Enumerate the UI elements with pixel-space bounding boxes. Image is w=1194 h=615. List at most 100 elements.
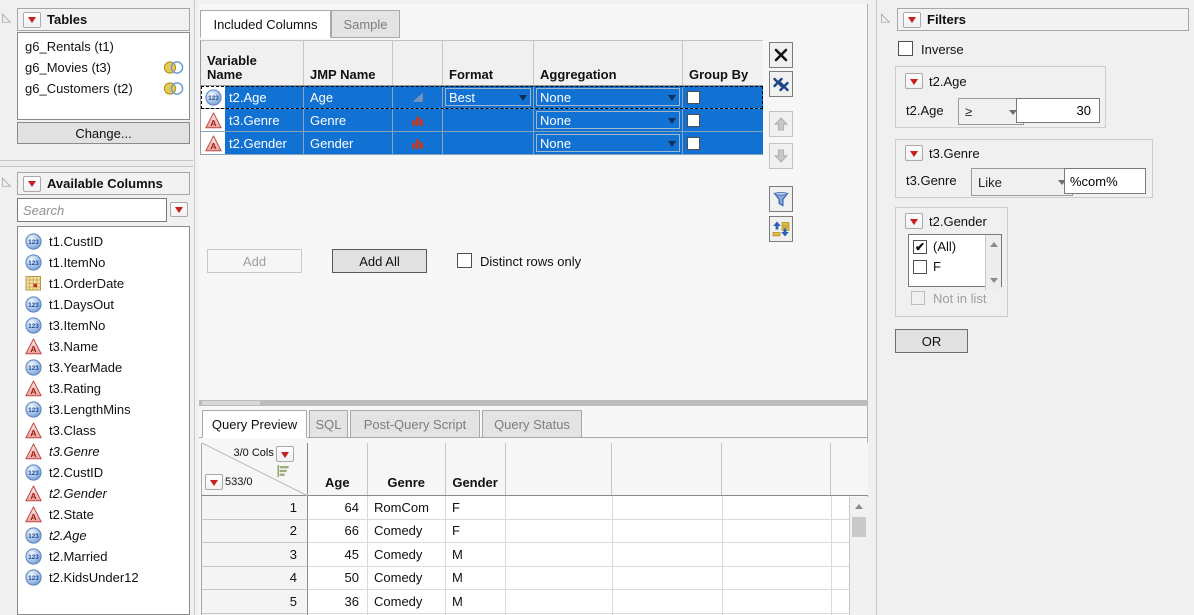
splitter-left-vertical[interactable] — [194, 0, 195, 615]
remove-all-columns-button[interactable] — [769, 71, 793, 97]
nominal-modeling-icon[interactable] — [410, 136, 425, 151]
row-number[interactable]: 1 — [202, 496, 308, 520]
included-row-age[interactable]: t2.Age Age Best None — [201, 86, 763, 109]
cell-genre[interactable]: Comedy — [368, 520, 446, 544]
column-item[interactable]: t1.OrderDate — [18, 273, 189, 294]
red-triangle-menu-genre-filter[interactable] — [905, 145, 923, 161]
tab-sql[interactable]: SQL — [309, 410, 348, 438]
disclosure-triangle-available-columns[interactable]: ◺ — [2, 175, 11, 187]
row-number[interactable]: 5 — [202, 590, 308, 614]
column-item[interactable]: t1.ItemNo — [18, 252, 189, 273]
distinct-rows-checkbox[interactable] — [457, 253, 472, 268]
splitter-left-horizontal[interactable] — [0, 160, 193, 167]
table-item-rentals[interactable]: g6_Rentals (t1) — [18, 36, 189, 57]
column-item[interactable]: t3.LengthMins — [18, 399, 189, 420]
red-triangle-menu-gender-filter[interactable] — [905, 213, 923, 229]
or-button[interactable]: OR — [895, 329, 968, 353]
red-triangle-menu-age-filter[interactable] — [905, 73, 923, 89]
cell-age[interactable]: 66 — [308, 520, 368, 544]
genre-operator-dropdown[interactable]: Like — [971, 168, 1073, 196]
cell-gender[interactable]: M — [446, 567, 506, 591]
included-row-genre[interactable]: t3.Genre Genre None — [201, 109, 763, 132]
cell-gender[interactable]: M — [446, 590, 506, 614]
order-by-button[interactable] — [769, 216, 793, 242]
column-item[interactable]: t2.Age — [18, 525, 189, 546]
preview-col-gender[interactable]: Gender — [446, 443, 506, 495]
column-item[interactable]: t3.Rating — [18, 378, 189, 399]
column-item[interactable]: t3.Name — [18, 336, 189, 357]
add-button[interactable]: Add — [207, 249, 302, 273]
group-by-checkbox[interactable] — [687, 91, 700, 104]
red-triangle-menu-rows[interactable] — [205, 474, 223, 490]
table-item-customers[interactable]: g6_Customers (t2) — [18, 78, 189, 99]
table-row[interactable]: 5 36 Comedy M — [202, 590, 849, 614]
cell-genre[interactable]: Comedy — [368, 543, 446, 567]
nominal-modeling-icon[interactable] — [410, 113, 425, 128]
red-triangle-menu-search[interactable] — [170, 202, 188, 217]
splitter-right-vertical[interactable] — [876, 0, 877, 615]
format-dropdown[interactable]: Best — [445, 88, 531, 106]
column-item[interactable]: t3.Genre — [18, 441, 189, 462]
inverse-checkbox[interactable] — [898, 41, 913, 56]
tab-sample[interactable]: Sample — [331, 10, 400, 38]
red-triangle-menu-available-columns[interactable] — [23, 176, 41, 192]
search-input[interactable] — [17, 198, 167, 222]
column-item[interactable]: t2.KidsUnder12 — [18, 567, 189, 588]
change-tables-button[interactable]: Change... — [17, 122, 190, 144]
table-row[interactable]: 2 66 Comedy F — [202, 520, 849, 544]
disclosure-triangle-filters[interactable]: ◺ — [881, 11, 890, 23]
all-checkbox[interactable] — [913, 240, 927, 254]
cell-genre[interactable]: Comedy — [368, 590, 446, 614]
filter-button[interactable] — [769, 186, 793, 212]
table-row[interactable]: 1 64 RomCom F — [202, 496, 849, 520]
red-triangle-menu-tables[interactable] — [23, 12, 41, 28]
add-all-button[interactable]: Add All — [332, 249, 427, 273]
row-number[interactable]: 2 — [202, 520, 308, 544]
cell-age[interactable]: 36 — [308, 590, 368, 614]
aggregation-dropdown[interactable]: None — [536, 111, 680, 129]
continuous-modeling-icon[interactable] — [410, 90, 425, 105]
f-checkbox[interactable] — [913, 260, 927, 274]
group-by-checkbox[interactable] — [687, 137, 700, 150]
cell-age[interactable]: 45 — [308, 543, 368, 567]
aggregation-dropdown[interactable]: None — [536, 88, 680, 106]
column-item[interactable]: t1.DaysOut — [18, 294, 189, 315]
cell-gender[interactable]: M — [446, 543, 506, 567]
cell-age[interactable]: 50 — [308, 567, 368, 591]
table-item-movies[interactable]: g6_Movies (t3) — [18, 57, 189, 78]
row-number[interactable]: 3 — [202, 543, 308, 567]
table-row[interactable]: 4 50 Comedy M — [202, 567, 849, 591]
red-triangle-menu-columns[interactable] — [276, 446, 294, 462]
column-item[interactable]: t3.YearMade — [18, 357, 189, 378]
column-item[interactable]: t1.CustID — [18, 231, 189, 252]
age-value-input[interactable] — [1016, 98, 1100, 123]
scroll-up-button[interactable] — [850, 497, 868, 515]
cell-age[interactable]: 64 — [308, 496, 368, 520]
move-down-button[interactable] — [769, 143, 793, 169]
gender-list-scrollbar[interactable] — [985, 235, 1001, 290]
age-operator-dropdown[interactable]: ≥ — [958, 98, 1024, 125]
scrollbar-thumb[interactable] — [852, 517, 866, 537]
splitter-center-horizontal[interactable] — [199, 400, 868, 406]
column-item[interactable]: t2.CustID — [18, 462, 189, 483]
columns-panel-icon[interactable] — [276, 464, 290, 478]
splitter-handle[interactable] — [202, 401, 260, 405]
table-row[interactable]: 3 45 Comedy M — [202, 543, 849, 567]
cell-genre[interactable]: Comedy — [368, 567, 446, 591]
preview-col-age[interactable]: Age — [308, 443, 368, 495]
included-row-gender[interactable]: t2.Gender Gender None — [201, 132, 763, 155]
not-in-list-checkbox[interactable] — [911, 291, 925, 305]
column-item[interactable]: t2.Married — [18, 546, 189, 567]
tab-query-preview[interactable]: Query Preview — [202, 410, 307, 438]
preview-scrollbar[interactable] — [849, 497, 868, 615]
remove-column-button[interactable] — [769, 42, 793, 68]
move-up-button[interactable] — [769, 111, 793, 137]
cell-gender[interactable]: F — [446, 496, 506, 520]
cell-gender[interactable]: F — [446, 520, 506, 544]
column-item[interactable]: t3.Class — [18, 420, 189, 441]
tab-query-status[interactable]: Query Status — [482, 410, 582, 438]
disclosure-triangle-tables[interactable]: ◺ — [2, 11, 11, 23]
column-item[interactable]: t2.State — [18, 504, 189, 525]
genre-value-input[interactable] — [1064, 168, 1146, 194]
preview-col-genre[interactable]: Genre — [368, 443, 446, 495]
